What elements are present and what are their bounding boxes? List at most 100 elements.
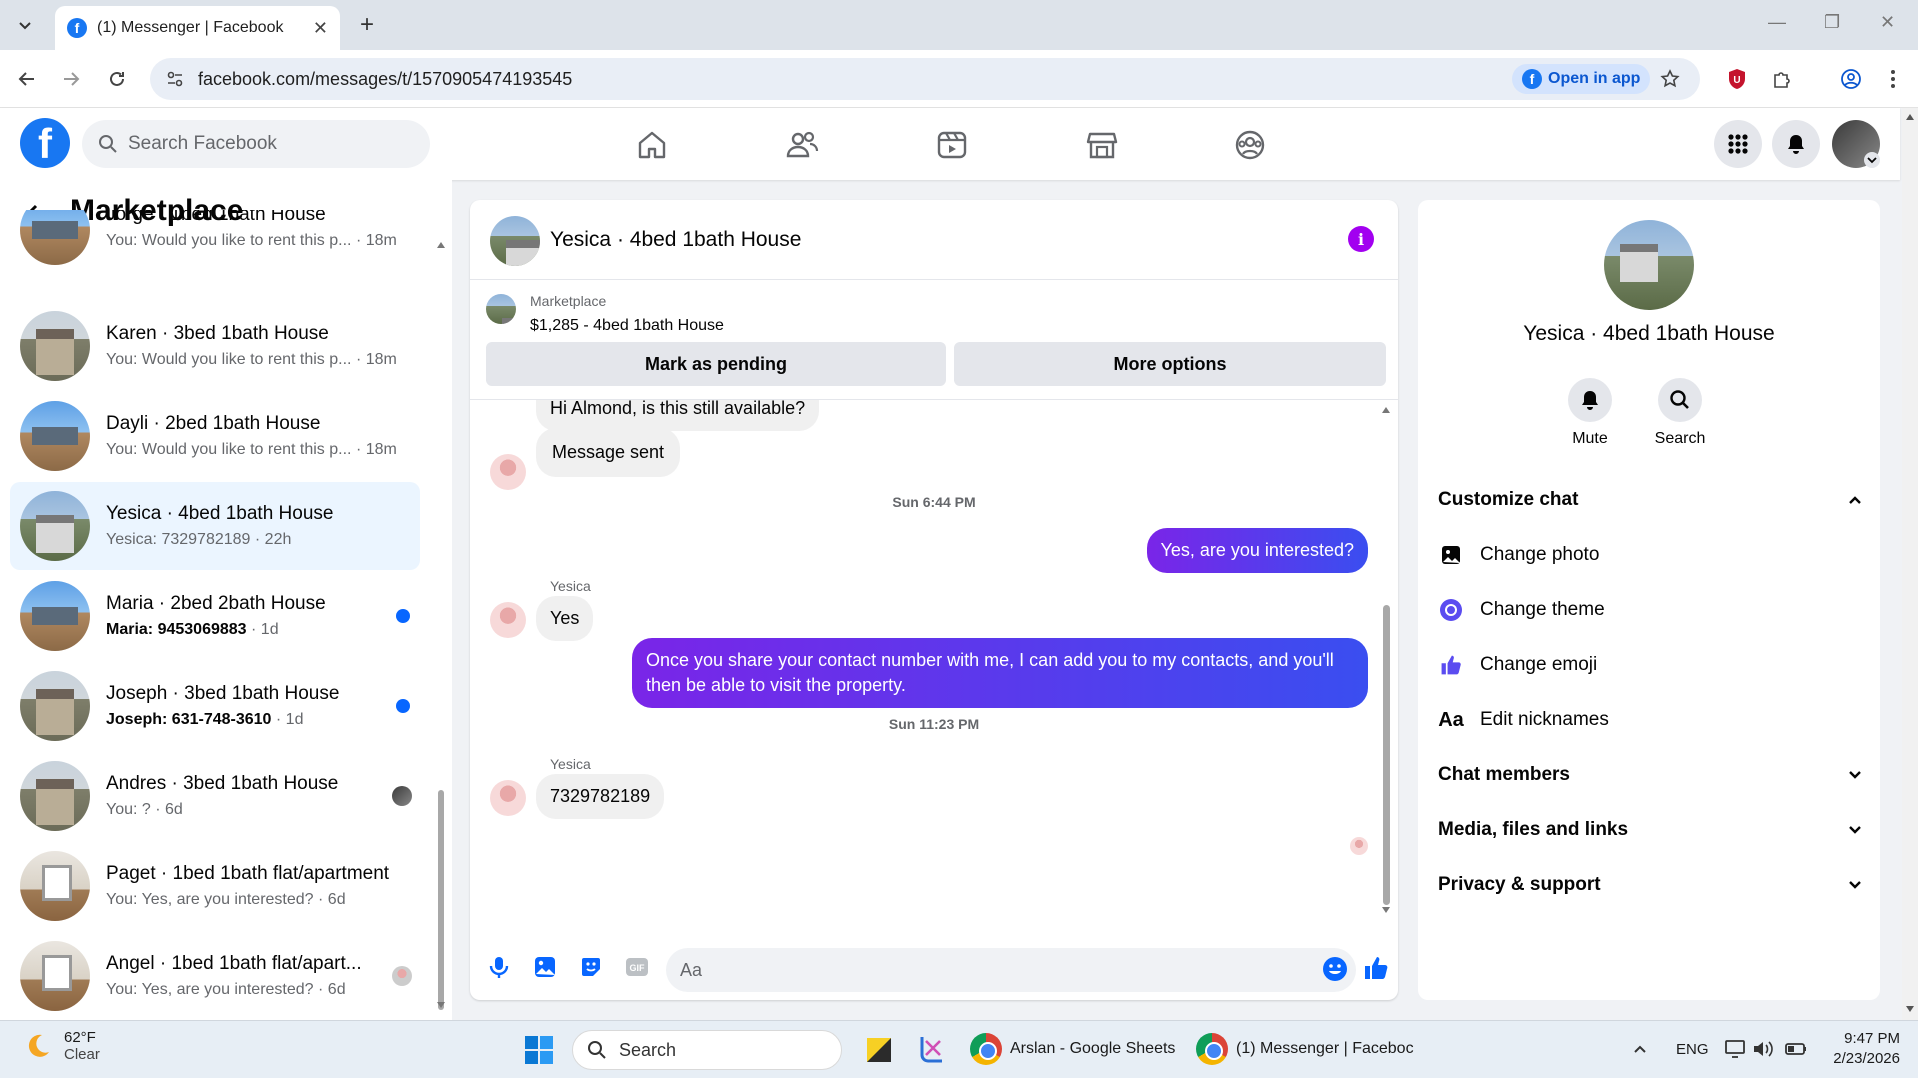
info-icon[interactable]: i <box>1348 226 1374 252</box>
chrome-icon <box>970 1033 1002 1065</box>
open-in-app-button[interactable]: f Open in app <box>1512 64 1651 94</box>
close-window-icon[interactable]: ✕ <box>1880 12 1895 33</box>
windows-start-icon[interactable] <box>524 1035 554 1065</box>
system-clock[interactable]: 9:47 PM 2/23/2026 <box>1820 1029 1900 1070</box>
conversation-item[interactable]: Andres · 3bed 1bath House You: ? · 6d <box>10 752 420 840</box>
chevron-up-icon <box>1849 496 1861 504</box>
conversation-item[interactable]: Karen · 3bed 1bath House You: Would you … <box>10 302 420 390</box>
photo-icon[interactable] <box>532 954 558 980</box>
taskbar-app-google-sheets[interactable]: Arslan - Google Sheets <box>970 1033 1175 1065</box>
conversation-item[interactable]: Paget · 1bed 1bath flat/apartment You: Y… <box>10 842 420 930</box>
change-emoji-item[interactable]: Change emoji <box>1438 645 1863 685</box>
sender-avatar <box>490 454 526 490</box>
conversation-item[interactable]: Dayli · 2bed 1bath House You: Would you … <box>10 392 420 480</box>
conversation-item[interactable]: Maria · 2bed 2bath House Maria: 94530698… <box>10 572 420 660</box>
more-options-button[interactable]: More options <box>954 342 1386 386</box>
network-icon[interactable] <box>1724 1039 1746 1059</box>
extensions-puzzle-icon[interactable] <box>1766 64 1796 94</box>
reload-button[interactable] <box>102 64 132 94</box>
seen-avatar <box>392 786 412 806</box>
scroll-up-icon[interactable] <box>1381 405 1391 415</box>
unread-dot <box>396 699 410 713</box>
conversation-item[interactable]: Joseph · 3bed 1bath House Joseph: 631-74… <box>10 662 420 750</box>
mark-as-pending-button[interactable]: Mark as pending <box>486 342 946 386</box>
ublock-extension-icon[interactable]: U <box>1722 64 1752 94</box>
chevron-up-icon[interactable] <box>1632 1041 1648 1057</box>
account-avatar[interactable] <box>1832 120 1880 168</box>
scroll-up-icon[interactable] <box>436 240 446 250</box>
scrollbar-thumb[interactable] <box>438 790 444 1010</box>
chat-avatar[interactable] <box>490 216 540 266</box>
mute-button[interactable]: Mute <box>1550 378 1630 448</box>
minimize-icon[interactable]: — <box>1768 12 1786 33</box>
snipping-tool-icon[interactable] <box>916 1033 948 1065</box>
sticker-icon[interactable] <box>578 954 604 980</box>
privacy-support-section[interactable]: Privacy & support <box>1438 865 1863 905</box>
contact-avatar[interactable] <box>1604 220 1694 310</box>
site-settings-icon[interactable] <box>166 70 184 88</box>
scroll-down-icon[interactable] <box>1381 905 1391 915</box>
close-tab-icon[interactable]: ✕ <box>313 18 328 39</box>
chat-scrollbar[interactable] <box>1380 405 1392 915</box>
new-tab-button[interactable]: + <box>352 10 382 40</box>
browser-tab[interactable]: f (1) Messenger | Facebook ✕ <box>55 6 340 50</box>
notifications-button[interactable] <box>1772 120 1820 168</box>
omnibox[interactable]: facebook.com/messages/t/1570905474193545… <box>150 58 1700 100</box>
conversation-item-active[interactable]: Yesica · 4bed 1bath House Yesica: 732978… <box>10 482 420 570</box>
emoji-icon[interactable] <box>1322 956 1348 982</box>
listing-price-title[interactable]: $1,285 - 4bed 1bath House <box>530 317 724 335</box>
change-theme-item[interactable]: Change theme <box>1438 590 1863 630</box>
conversation-name: Angel · 1bed 1bath flat/apart... <box>106 953 362 974</box>
url-text[interactable]: facebook.com/messages/t/1570905474193545 <box>198 69 572 90</box>
search-icon <box>99 135 117 153</box>
sticky-notes-icon[interactable] <box>864 1035 894 1065</box>
facebook-logo-icon[interactable]: f <box>20 118 70 168</box>
scroll-down-icon[interactable] <box>436 1000 446 1010</box>
chat-members-section[interactable]: Chat members <box>1438 755 1863 795</box>
back-button[interactable] <box>12 64 42 94</box>
scroll-up-icon[interactable] <box>1905 112 1915 122</box>
message-input[interactable]: Aa <box>666 948 1356 992</box>
change-photo-item[interactable]: Change photo <box>1438 535 1863 575</box>
conversation-item[interactable]: Angel · 1bed 1bath flat/apart... You: Ye… <box>10 932 420 1020</box>
thumbs-up-icon[interactable] <box>1362 954 1390 982</box>
browser-menu-icon[interactable] <box>1878 64 1908 94</box>
chat-panel: Yesica · 4bed 1bath House i Marketplace … <box>470 200 1398 1000</box>
page-scrollbar[interactable] <box>1902 108 1918 1020</box>
marketplace-icon[interactable] <box>1085 128 1119 162</box>
bookmark-star-icon[interactable] <box>1660 69 1680 89</box>
menu-grid-button[interactable] <box>1714 120 1762 168</box>
language-indicator[interactable]: ENG <box>1676 1041 1709 1058</box>
weather-widget[interactable]: 62°F Clear <box>24 1029 100 1063</box>
taskbar-search[interactable]: Search <box>572 1030 842 1070</box>
groups-icon[interactable] <box>1233 128 1267 162</box>
chat-title[interactable]: Yesica · 4bed 1bath House <box>550 228 801 252</box>
customize-chat-section[interactable]: Customize chat <box>1438 480 1863 520</box>
friends-icon[interactable] <box>785 128 819 162</box>
chevron-down-icon <box>1864 152 1880 168</box>
volume-icon[interactable] <box>1752 1039 1774 1059</box>
facebook-search-input[interactable]: Search Facebook <box>82 120 430 168</box>
conversation-name: Yesica · 4bed 1bath House <box>106 503 334 524</box>
video-icon[interactable] <box>935 128 969 162</box>
profile-icon[interactable] <box>1836 64 1866 94</box>
gif-icon[interactable]: GIF <box>624 954 650 980</box>
scrollbar-thumb[interactable] <box>1383 605 1390 905</box>
restore-icon[interactable]: ❐ <box>1824 12 1840 33</box>
forward-button[interactable] <box>56 64 86 94</box>
home-icon[interactable] <box>635 128 669 162</box>
scroll-down-icon[interactable] <box>1905 1004 1915 1014</box>
conversation-preview: You: ? <box>106 801 151 818</box>
microphone-icon[interactable] <box>486 954 512 980</box>
conversation-time: · 18m <box>355 232 397 249</box>
search-in-conversation-button[interactable]: Search <box>1640 378 1720 448</box>
conversation-item[interactable]: Jorge · 1bed 1bath House You: Would you … <box>10 210 420 270</box>
conversation-list-scrollbar[interactable] <box>436 240 446 1010</box>
battery-icon[interactable] <box>1784 1039 1808 1059</box>
section-label: Privacy & support <box>1438 874 1601 895</box>
media-files-links-section[interactable]: Media, files and links <box>1438 810 1863 850</box>
edit-nicknames-item[interactable]: Aa Edit nicknames <box>1438 700 1863 740</box>
sender-name: Yesica <box>550 578 591 594</box>
taskbar-app-messenger[interactable]: (1) Messenger | Faceboc <box>1196 1033 1414 1065</box>
tab-search-button[interactable] <box>10 10 40 40</box>
